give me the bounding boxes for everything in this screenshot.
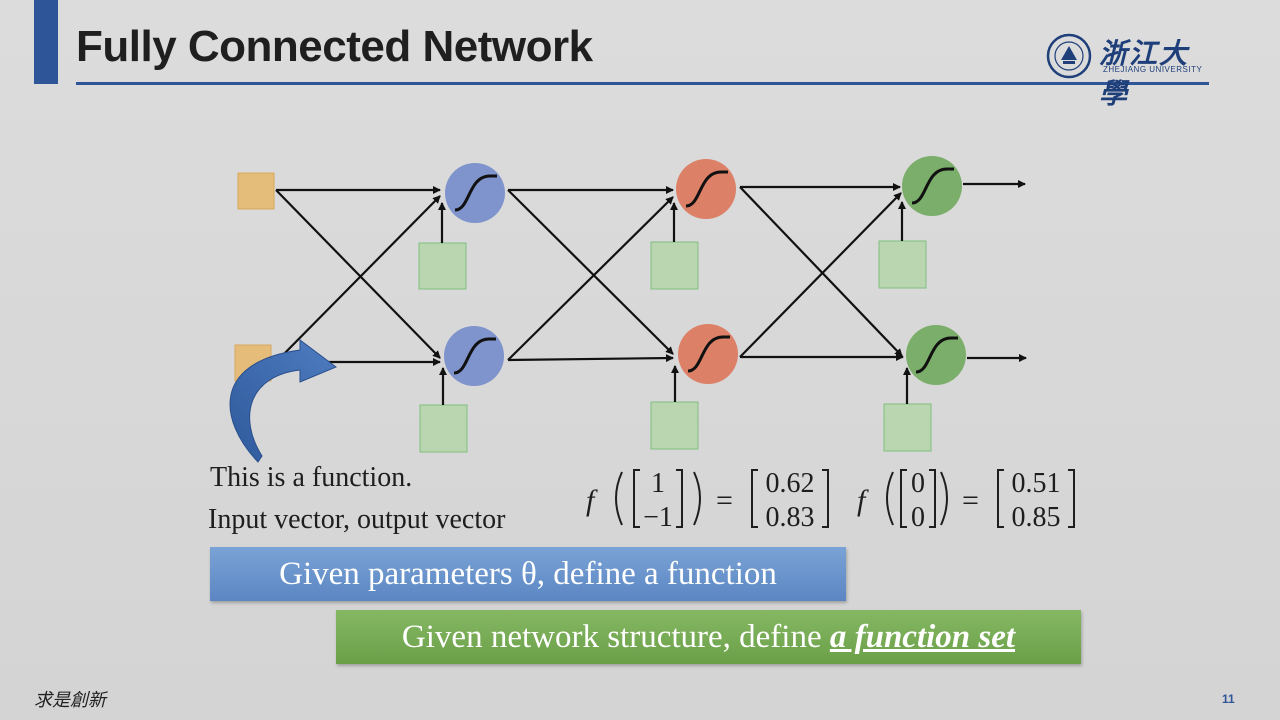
- footer-motto: 求是創新: [34, 690, 106, 711]
- connection-n12-n21: [507, 196, 674, 361]
- bias-box-l3-2: [883, 403, 932, 452]
- neuron-l2-2: [678, 324, 738, 384]
- banner-green-prefix: Given network structure, define: [401, 619, 830, 655]
- neuron-l1-1: [445, 163, 505, 223]
- equation-1-input-2: −1: [643, 502, 673, 533]
- equation-1: f 1 −1 = 0.62 0.83: [586, 468, 829, 533]
- bias-box-l2-2: [650, 401, 699, 450]
- neuron-l1-2: [444, 326, 504, 386]
- svg-text:=: =: [716, 484, 733, 517]
- bias-box-l3-1: [878, 240, 927, 289]
- banner-define-function: Given parameters θ, define a function: [210, 547, 846, 601]
- equation-2: f 0 0 = 0.51 0.85: [857, 468, 1075, 533]
- equation-2-f: f: [857, 484, 869, 517]
- banner-green-emphasis: a function set: [829, 619, 1016, 655]
- equation-1-f: f: [586, 484, 598, 517]
- equation-2-output-2: 0.85: [1012, 502, 1061, 533]
- neuron-l2-1: [676, 159, 736, 219]
- equation-2-input-2: 0: [911, 502, 925, 533]
- connection-n12-n22: [507, 354, 674, 363]
- slide: Fully Connected Network 浙江大學 ZHEJIANG UN…: [0, 0, 1280, 720]
- caption-line-2: Input vector, output vector: [208, 504, 506, 535]
- connection-n22-n31: [739, 192, 902, 358]
- bias-box-l1-1: [418, 242, 467, 290]
- connection-n21-n32: [739, 186, 903, 357]
- equation-1-input-1: 1: [651, 468, 665, 499]
- equation-1-output-1: 0.62: [766, 468, 815, 499]
- equation-2-input-1: 0: [911, 468, 925, 499]
- banner-blue-text: Given parameters θ, define a function: [279, 556, 777, 592]
- input-node-1: [237, 172, 275, 210]
- connection-n11-n22: [507, 189, 674, 355]
- equation-2-output-1: 0.51: [1012, 468, 1061, 499]
- bias-box-l2-1: [650, 241, 699, 290]
- neuron-l3-1: [902, 156, 962, 216]
- svg-text:=: =: [962, 484, 979, 517]
- bias-box-l1-2: [419, 404, 468, 453]
- banner-define-function-set: Given network structure, define a functi…: [336, 610, 1081, 664]
- neuron-l3-2: [906, 325, 966, 385]
- equation-1-output-2: 0.83: [766, 502, 815, 533]
- connection-in2-n11: [275, 195, 441, 363]
- page-number: 11: [1222, 692, 1235, 706]
- connection-in1-n12: [275, 189, 441, 359]
- caption-line-1: This is a function.: [210, 462, 413, 493]
